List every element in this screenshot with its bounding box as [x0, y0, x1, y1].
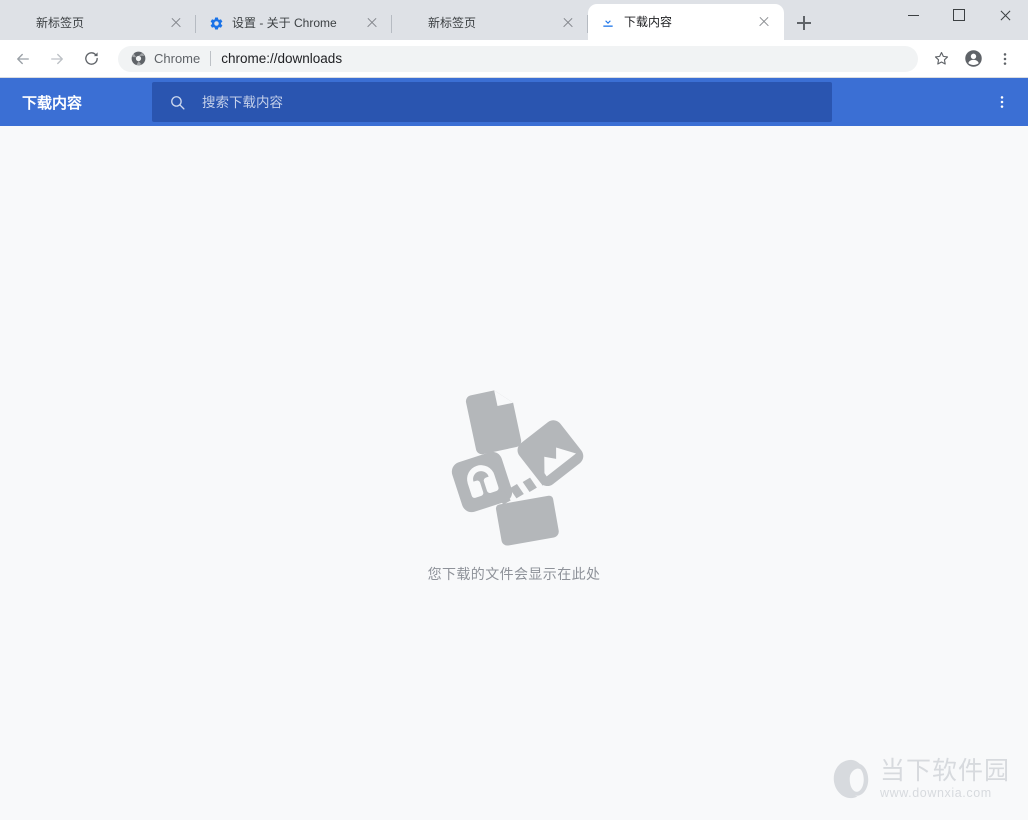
arrow-left-icon: [17, 53, 29, 64]
gear-icon: [208, 15, 224, 31]
tab-close-icon[interactable]: [364, 15, 380, 31]
window-close-button[interactable]: [982, 0, 1028, 30]
maximize-icon: [953, 9, 965, 21]
profile-avatar-button[interactable]: [958, 44, 988, 74]
more-vertical-icon: [1003, 52, 1007, 65]
forward-button[interactable]: [42, 44, 72, 74]
watermark-brand: 当下软件园: [879, 755, 1010, 785]
tab-close-icon[interactable]: [560, 15, 576, 31]
downloads-header: 下载内容: [0, 78, 1028, 126]
avatar-icon: [964, 50, 982, 67]
more-vertical-icon: [1000, 96, 1004, 108]
watermark-url: www.downxia.com: [879, 786, 992, 801]
tab-title: 新标签页: [428, 16, 477, 30]
empty-downloads-illustration: [451, 390, 584, 546]
chrome-menu-button[interactable]: [990, 44, 1020, 74]
watermark: 当下软件园 www.downxia.com: [828, 756, 1010, 802]
new-tab-button[interactable]: [790, 9, 818, 37]
tab-strip: 新标签页 设置 - 关于 Chrome 新标签页 下载内容: [0, 0, 1028, 40]
empty-state-text: 您下载的文件会显示在此处: [427, 566, 601, 582]
tab-new-tab-2[interactable]: 新标签页: [392, 6, 588, 40]
tab-settings-about-chrome[interactable]: 设置 - 关于 Chrome: [196, 6, 392, 40]
search-input[interactable]: [202, 94, 816, 110]
watermark-text: 当下软件园 www.downxia.com: [879, 755, 1010, 801]
omnibox-scheme-label: Chrome: [154, 51, 201, 66]
minimize-icon: [907, 14, 919, 16]
window-controls: [890, 0, 1028, 40]
downloads-search-box[interactable]: [152, 82, 832, 122]
bookmark-star-button[interactable]: [926, 44, 956, 74]
arrow-right-icon: [51, 53, 63, 64]
close-icon: [999, 9, 1011, 21]
browser-window: 新标签页 设置 - 关于 Chrome 新标签页 下载内容 Chrome chr…: [0, 0, 1028, 820]
omnibox-divider: [210, 51, 212, 66]
window-minimize-button[interactable]: [890, 0, 936, 30]
tab-title: 设置 - 关于 Chrome: [232, 16, 337, 30]
browser-toolbar: Chrome chrome://downloads: [0, 40, 1028, 78]
tab-title: 新标签页: [36, 16, 85, 30]
downxia-o-logo-icon: [833, 759, 869, 799]
chrome-logo-icon: [130, 51, 146, 67]
image-icon: [517, 420, 584, 487]
tabs-area: 新标签页 设置 - 关于 Chrome 新标签页 下载内容: [0, 0, 890, 40]
tab-new-tab-1[interactable]: 新标签页: [0, 6, 196, 40]
omnibox-url-text[interactable]: chrome://downloads: [221, 51, 910, 66]
back-button[interactable]: [8, 44, 38, 74]
tab-title: 下载内容: [624, 15, 673, 29]
reload-button[interactable]: [76, 44, 106, 74]
empty-state: 您下载的文件会显示在此处: [0, 378, 1028, 584]
tab-downloads[interactable]: 下载内容: [588, 4, 784, 40]
downloads-list-area: 您下载的文件会显示在此处 当下软件园 www.downxia.com: [0, 126, 1028, 820]
download-icon: [600, 14, 616, 30]
star-icon: [934, 51, 948, 65]
document-icon: [465, 390, 522, 455]
tab-close-icon[interactable]: [168, 15, 184, 31]
window-maximize-button[interactable]: [936, 0, 982, 30]
omnibox[interactable]: Chrome chrome://downloads: [118, 45, 918, 72]
downloads-more-menu-button[interactable]: [990, 90, 1014, 114]
page-title: 下载内容: [22, 94, 83, 112]
tab-close-icon[interactable]: [756, 14, 772, 30]
reload-icon: [84, 52, 98, 65]
search-icon: [168, 93, 186, 111]
